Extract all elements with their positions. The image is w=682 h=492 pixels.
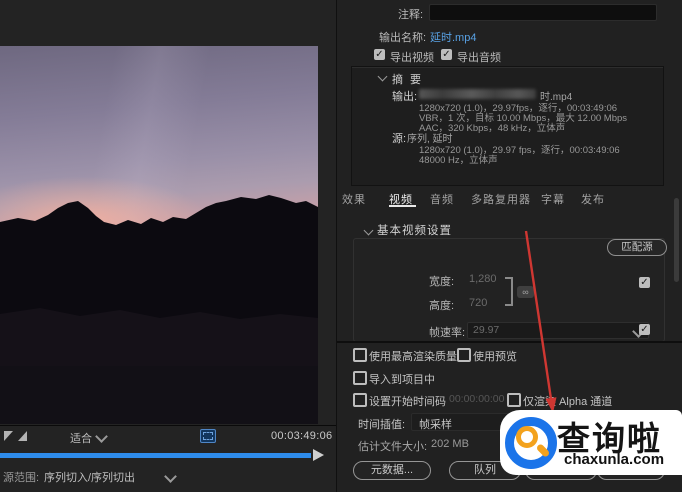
set-start-timecode-checkbox[interactable] <box>353 393 367 407</box>
time-interpolation-value: 帧采样 <box>419 419 452 431</box>
match-source-button[interactable]: 匹配源 <box>607 239 667 256</box>
output-name-label: 输出名称: <box>379 32 427 44</box>
source-detail-line: 48000 Hz，立体声 <box>419 155 498 166</box>
out-point-handle[interactable] <box>313 449 324 461</box>
max-render-quality-label: 使用最高渲染质量 <box>369 351 457 363</box>
video-preview-frame <box>0 46 318 424</box>
estimated-size-label: 估计文件大小: <box>358 441 428 453</box>
tab-captions[interactable]: 字幕 <box>541 191 565 207</box>
import-into-project-label: 导入到项目中 <box>369 374 435 386</box>
export-audio-label: 导出音频 <box>457 52 501 64</box>
start-timecode-value: 00:00:00:00 <box>449 393 505 405</box>
time-interpolation-label: 时间插值: <box>358 419 406 431</box>
summary-output-label: 输出: <box>392 91 418 103</box>
summary-source-label: 源: <box>392 133 407 145</box>
render-alpha-only-checkbox[interactable] <box>507 393 521 407</box>
basic-video-settings-title: 基本视频设置 <box>377 225 452 237</box>
width-height-checkbox[interactable]: ✓ <box>639 277 650 288</box>
width-label: 宽度: <box>429 276 455 288</box>
estimated-size-value: 202 MB <box>431 438 469 450</box>
height-label: 高度: <box>429 300 455 312</box>
comment-input[interactable] <box>429 4 657 21</box>
tab-publish[interactable]: 发布 <box>581 191 605 207</box>
summary-title: 摘 要 <box>392 74 424 86</box>
redacted-output-path <box>419 89 536 99</box>
tab-effects[interactable]: 效果 <box>342 191 366 207</box>
source-range-dropdown[interactable]: 序列切入/序列切出 <box>44 469 135 485</box>
collapse-chevron-icon[interactable] <box>377 71 388 82</box>
tab-multiplexer[interactable]: 多路复用器 <box>471 191 531 207</box>
section-divider <box>337 341 682 343</box>
height-value: 720 <box>469 297 488 309</box>
metadata-button[interactable]: 元数据... <box>353 461 431 480</box>
preview-panel: 适合 00:03:49:06 源范围: 序列切入/序列切出 <box>0 0 336 492</box>
max-render-quality-checkbox[interactable] <box>353 348 367 362</box>
active-tab-underline <box>389 205 416 207</box>
export-video-label: 导出视频 <box>390 52 434 64</box>
watermark-domain-text: chaxunla.com <box>564 451 665 468</box>
width-value: 1,280 <box>469 273 497 285</box>
frame-rate-value: 29.97 <box>473 324 500 336</box>
link-dimensions-icon[interactable]: ∞ <box>517 286 534 298</box>
panel-scrollbar[interactable] <box>674 198 679 282</box>
timeline-scrub-bar[interactable] <box>0 453 311 458</box>
chevron-down-icon <box>164 470 177 483</box>
tab-audio[interactable]: 音频 <box>430 191 454 207</box>
watermark-badge: 查询啦 chaxunla.com <box>500 410 682 475</box>
zoom-fit-dropdown[interactable]: 适合 <box>70 430 92 446</box>
render-alpha-only-label: 仅渲染 Alpha 通道 <box>523 396 613 408</box>
dimension-bracket <box>504 277 513 306</box>
source-range-label: 源范围: <box>3 472 40 484</box>
video-settings-group: 匹配源 宽度: 1,280 高度: 720 ∞ ✓ 帧速率: 29.97 ✓ <box>353 238 667 342</box>
magnifier-icon <box>516 426 538 448</box>
export-video-checkbox[interactable]: ✓ <box>374 49 385 60</box>
marker-left-icon[interactable] <box>4 431 13 441</box>
use-previews-checkbox[interactable] <box>457 348 471 362</box>
output-name-link[interactable]: 延时.mp4 <box>430 29 476 45</box>
frame-rate-label: 帧速率: <box>429 327 466 339</box>
mountain-silhouette <box>0 195 318 424</box>
summary-section: 摘 要 输出: 时.mp4 1280x720 (1.0)，29.97fps，逐行… <box>351 66 664 186</box>
collapse-chevron-icon[interactable] <box>363 225 374 236</box>
export-audio-checkbox[interactable]: ✓ <box>441 49 452 60</box>
export-settings-window: 适合 00:03:49:06 源范围: 序列切入/序列切出 注释: 输出名称: … <box>0 0 682 492</box>
frame-rate-checkbox[interactable]: ✓ <box>639 324 650 335</box>
use-previews-label: 使用预览 <box>473 351 517 363</box>
set-start-timecode-label: 设置开始时间码 <box>369 396 446 408</box>
import-into-project-checkbox[interactable] <box>353 371 367 385</box>
comment-label: 注释: <box>398 9 424 21</box>
marker-right-icon[interactable] <box>18 431 27 441</box>
source-scaling-button[interactable] <box>200 429 216 443</box>
duration-timecode: 00:03:49:06 <box>271 430 333 442</box>
